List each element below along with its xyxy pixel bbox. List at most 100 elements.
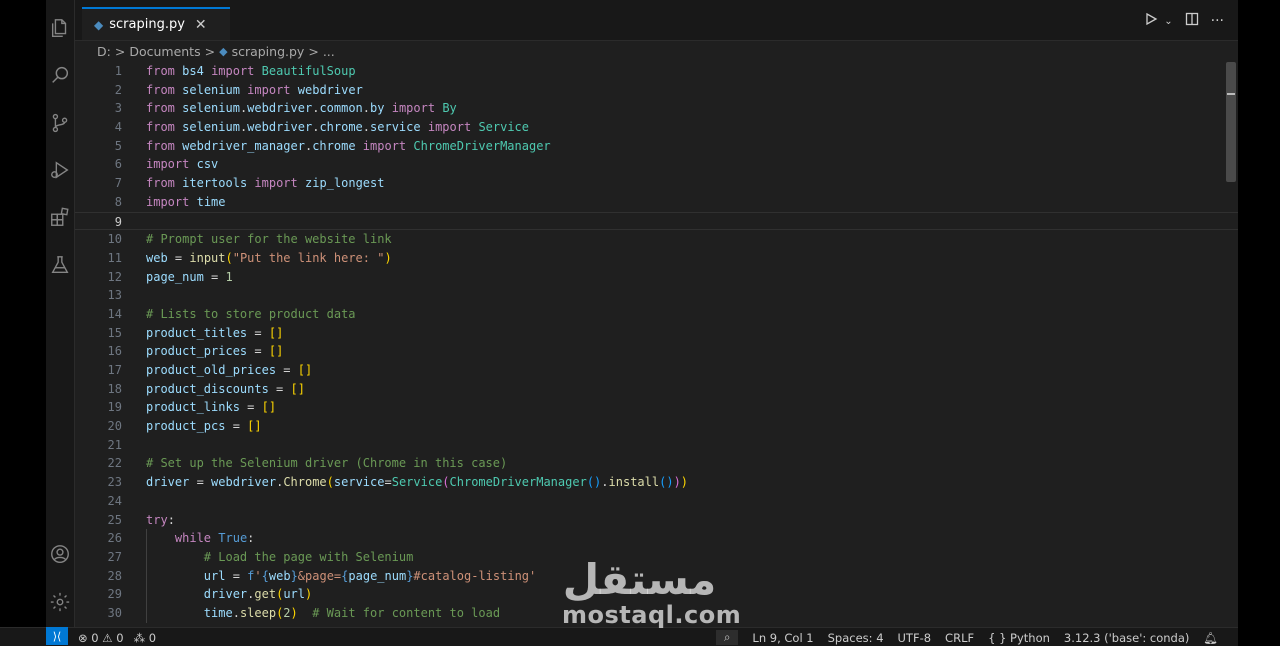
run-debug-icon[interactable] [48,158,72,182]
code-line[interactable]: 15 product_titles = [] [75,324,1238,343]
end-of-line[interactable]: CRLF [945,631,974,645]
line-number: 8 [114,194,122,209]
code-line[interactable]: 7 from itertools import zip_longest [75,174,1238,193]
activity-bar [46,0,75,627]
code-line[interactable]: 18 product_discounts = [] [75,380,1238,399]
remote-indicator-icon[interactable]: ⟩⟨ [46,627,68,645]
language-label: Python [1010,630,1050,645]
more-actions-icon[interactable]: ··· [1211,13,1224,29]
testing-icon[interactable] [48,253,72,277]
line-number: 24 [107,493,122,508]
code-line[interactable]: 19 product_links = [] [75,398,1238,417]
vscode-window: ◆ scraping.py ✕ ⌄ ··· D: > Documents > ◆… [46,0,1238,645]
code-line[interactable]: 9 [75,211,1238,231]
broadcast-icon: ⁂ [133,630,146,645]
line-number: 28 [107,568,122,583]
line-number: 12 [107,269,122,284]
line-number: 10 [107,232,122,247]
code-line[interactable]: 20 product_pcs = [] [75,417,1238,436]
code-line[interactable]: 3 from selenium.webdriver.common.by impor… [75,99,1238,118]
code-text: # Set up the Selenium driver (Chrome in … [146,456,508,471]
ports-indicator[interactable]: ⁂ 0 [134,631,156,645]
account-icon[interactable] [48,542,72,566]
notifications-bell-icon[interactable]: 🔔︎ [1203,631,1218,645]
code-line[interactable]: 2 from selenium import webdriver [75,81,1238,100]
code-text: url = f'{web}&page={page_num}#catalog-li… [203,568,537,583]
indentation[interactable]: Spaces: 4 [828,631,884,645]
code-line[interactable]: 14 # Lists to store product data [75,305,1238,324]
code-text: driver.get(url) [203,587,313,602]
editor-actions: ⌄ ··· [1144,12,1224,30]
code-editor[interactable]: 1 from bs4 import BeautifulSoup 2 from sele… [75,62,1238,627]
breadcrumb-drive[interactable]: D: [97,44,111,59]
warning-count: 0 [116,630,124,645]
line-number: 11 [107,250,122,265]
tab-label: scraping.py [109,17,185,32]
close-tab-icon[interactable]: ✕ [195,17,207,33]
split-editor-icon[interactable] [1185,12,1199,30]
code-line[interactable]: 8 import time [75,193,1238,212]
breadcrumb-symbols[interactable]: ... [323,44,335,59]
error-count: 0 [91,630,99,645]
breadcrumb-separator: > [308,43,319,59]
line-number: 13 [107,288,122,303]
code-text: product_discounts = [] [146,381,305,396]
code-line[interactable]: 10 # Prompt user for the website link [75,230,1238,249]
code-line[interactable]: 6 import csv [75,155,1238,174]
language-mode[interactable]: { } Python [988,631,1050,645]
problems-indicator[interactable]: ⊗ 0 ⚠ 0 [78,631,124,645]
code-line[interactable]: 26 while True: [75,529,1238,548]
line-number: 9 [114,214,122,229]
line-number: 6 [114,157,122,172]
code-line[interactable]: 16 product_prices = [] [75,342,1238,361]
tab-scraping-py[interactable]: ◆ scraping.py ✕ [82,7,230,40]
search-icon[interactable] [48,63,72,87]
code-line[interactable]: 1 from bs4 import BeautifulSoup [75,62,1238,81]
watermark-latin: mostaql.com [562,601,742,629]
explorer-icon[interactable] [48,16,72,40]
line-number: 14 [107,306,122,321]
run-python-file-icon[interactable] [1144,12,1158,30]
warning-icon: ⚠ [102,630,113,645]
code-line[interactable]: 4 from selenium.webdriver.chrome.service … [75,118,1238,137]
vertical-scrollbar-thumb[interactable] [1226,62,1236,182]
code-line[interactable]: 24 [75,492,1238,511]
code-line[interactable]: 21 [75,436,1238,455]
code-text: driver = webdriver.Chrome(service=Servic… [146,475,689,490]
code-text: from bs4 import BeautifulSoup [146,64,356,78]
code-text: # Load the page with Selenium [203,549,414,564]
code-line[interactable]: 11 web = input("Put the link here: ") [75,249,1238,268]
code-line[interactable]: 17 product_old_prices = [] [75,361,1238,380]
breadcrumb-folder[interactable]: Documents [129,44,200,59]
line-number: 1 [114,64,122,78]
code-text: product_old_prices = [] [146,363,313,377]
extensions-icon[interactable] [48,205,72,229]
line-number: 25 [107,512,122,527]
source-control-icon[interactable] [48,111,72,135]
settings-gear-icon[interactable] [48,590,72,614]
encoding[interactable]: UTF-8 [898,631,932,645]
code-line[interactable]: 13 [75,286,1238,305]
code-text: product_pcs = [] [146,419,262,434]
run-dropdown-chevron-icon[interactable]: ⌄ [1164,16,1172,27]
code-line[interactable]: 5 from webdriver_manager.chrome import Ch… [75,137,1238,156]
code-text: product_links = [] [146,400,277,415]
cursor-position[interactable]: Ln 9, Col 1 [752,631,813,645]
line-number: 30 [107,605,122,620]
line-number: 19 [107,400,122,415]
code-line[interactable]: 22 # Set up the Selenium driver (Chrome i… [75,454,1238,473]
python-interpreter[interactable]: 3.12.3 ('base': conda) [1064,631,1189,645]
code-line[interactable]: 25 try: [75,511,1238,530]
code-line[interactable]: 12 page_num = 1 [75,268,1238,287]
zoom-icon[interactable]: ⌕ [715,630,739,645]
breadcrumb-file[interactable]: scraping.py [232,44,305,59]
line-number: 20 [107,419,122,434]
code-text: page_num = 1 [146,269,233,284]
braces-icon: { } [988,630,1007,645]
error-icon: ⊗ [78,630,88,645]
tab-bar: ◆ scraping.py ✕ ⌄ ··· [75,0,1238,41]
line-number: 7 [114,176,122,191]
code-text: import csv [146,157,219,172]
line-number: 5 [114,138,122,153]
code-line[interactable]: 23 driver = webdriver.Chrome(service=Serv… [75,473,1238,492]
